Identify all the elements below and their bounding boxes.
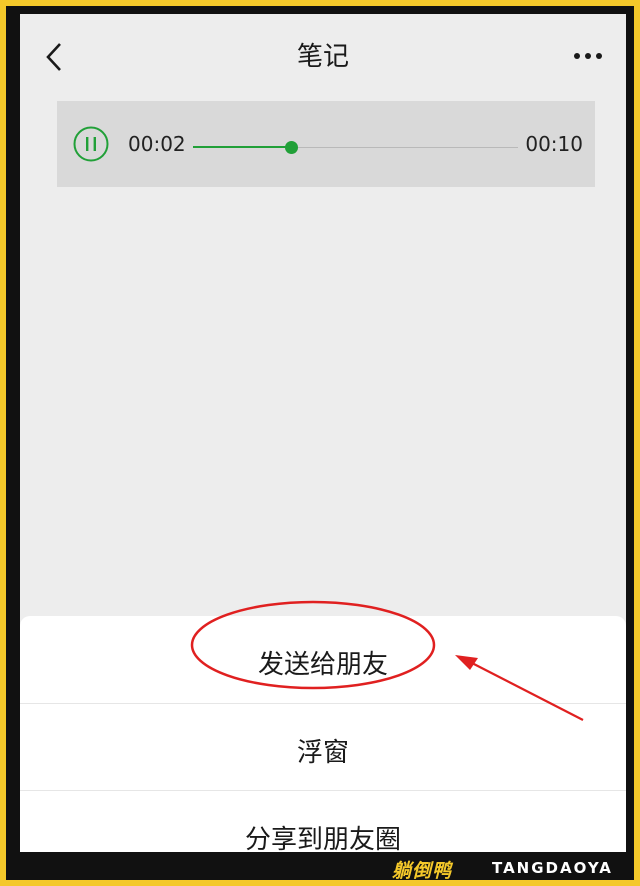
progress-knob[interactable] — [284, 141, 298, 154]
option-label: 浮窗 — [296, 738, 349, 768]
progress-slider[interactable] — [193, 141, 518, 155]
floating-window-option[interactable]: 浮窗 — [20, 703, 626, 790]
current-time: 00:02 — [128, 132, 186, 156]
pause-button[interactable] — [73, 126, 109, 162]
page-title: 笔记 — [296, 42, 349, 72]
screenshot-frame: 笔记 00:02 00:10 发送给朋友 浮窗 分享到朋友圈 躺倒鸭 TANGD… — [6, 6, 634, 882]
duration-time: 00:10 — [525, 132, 583, 156]
action-sheet: 发送给朋友 浮窗 分享到朋友圈 — [20, 616, 626, 852]
option-label: 发送给朋友 — [257, 650, 388, 680]
option-label: 分享到朋友圈 — [244, 825, 401, 852]
top-bar: 笔记 — [20, 14, 626, 94]
audio-player: 00:02 00:10 — [57, 101, 595, 187]
send-to-friend-option[interactable]: 发送给朋友 — [20, 616, 626, 702]
share-to-moments-option[interactable]: 分享到朋友圈 — [20, 790, 626, 852]
more-horizontal-icon — [574, 53, 602, 59]
app-screen: 笔记 00:02 00:10 发送给朋友 浮窗 分享到朋友圈 — [20, 14, 626, 852]
progress-fill — [193, 146, 291, 148]
pause-icon — [73, 126, 109, 162]
more-button[interactable] — [568, 42, 608, 66]
watermark-brand: TANGDAOYA — [492, 859, 613, 877]
watermark-logo: 躺倒鸭 — [392, 860, 453, 882]
